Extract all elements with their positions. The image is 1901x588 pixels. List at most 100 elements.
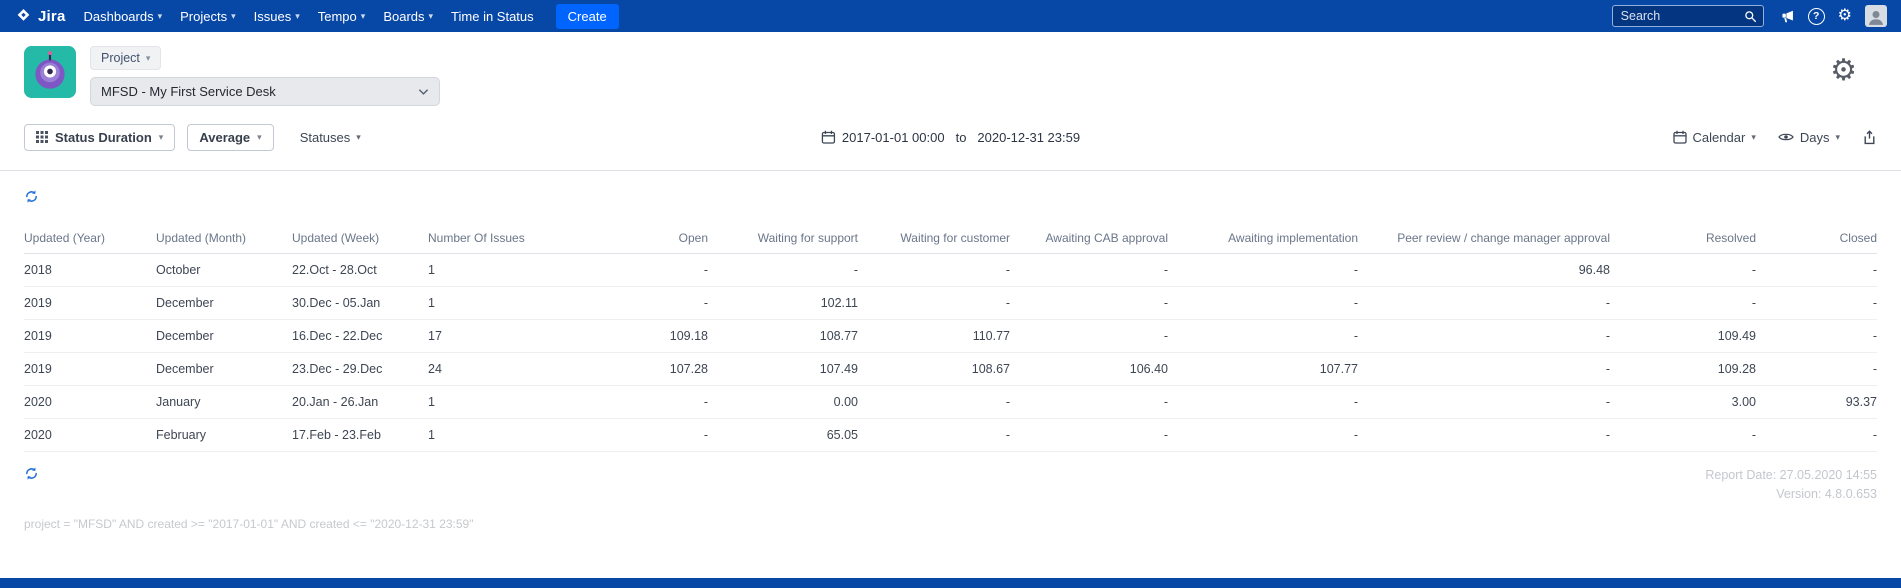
date-to-word: to	[955, 129, 967, 145]
nav-item-label: Issues	[253, 8, 292, 24]
refresh-icon	[26, 467, 37, 480]
nav-item-time-in-status[interactable]: Time in Status	[451, 9, 534, 24]
nav-item-projects[interactable]: Projects ▾	[180, 9, 236, 24]
table-cell: -	[1610, 418, 1756, 452]
table-cell: December	[156, 352, 292, 386]
table-head: Updated (Year) Updated (Month) Updated (We…	[24, 223, 1877, 254]
export-button[interactable]	[1862, 129, 1877, 145]
table-cell: -	[1010, 319, 1168, 353]
grid-icon	[36, 131, 48, 143]
brand-label: Jira	[38, 7, 66, 25]
refresh-icon	[26, 190, 37, 203]
table-cell: 22.Oct - 28.Oct	[292, 253, 428, 287]
refresh-button-top[interactable]	[24, 189, 39, 204]
date-range[interactable]: 2017-01-01 00:00 to 2020-12-31 23:59	[821, 130, 1080, 145]
report-table: Updated (Year) Updated (Month) Updated (We…	[24, 223, 1877, 452]
table-cell: -	[1168, 319, 1358, 353]
table-cell: 2019	[24, 352, 156, 386]
search-icon[interactable]	[1744, 10, 1757, 23]
table-footer: Report Date: 27.05.2020 14:55 Version: 4…	[0, 452, 1901, 505]
table-cell: 0.00	[708, 385, 858, 419]
table-cell: 1	[428, 385, 558, 419]
table-cell: -	[1168, 418, 1358, 452]
nav-item-tempo[interactable]: Tempo ▾	[318, 9, 366, 24]
project-select[interactable]: MFSD - My First Service Desk	[90, 77, 440, 106]
project-scope-button[interactable]: Project ▾	[90, 46, 162, 70]
table-row: 2020 February 17.Feb - 23.Feb 1-65.05- - - - - -	[24, 418, 1877, 452]
chevron-down-icon: ▾	[157, 10, 163, 21]
table-cell: -	[1010, 253, 1168, 287]
nav-item-issues[interactable]: Issues ▾	[254, 9, 300, 24]
export-icon	[1864, 129, 1875, 144]
unit-dropdown[interactable]: Days ▾	[1778, 130, 1840, 145]
search-input[interactable]	[1611, 5, 1764, 27]
table-row: 2019 December 23.Dec - 29.Dec 24 107.28 107.4…	[24, 352, 1877, 386]
chevron-down-icon: ▾	[158, 131, 164, 142]
toolbar-left: Status Duration ▾ Average ▾ Statuses ▾	[24, 123, 361, 151]
refresh-button-bottom[interactable]	[24, 466, 39, 481]
column-header: Resolved	[1610, 223, 1756, 254]
aggregation-button[interactable]: Average ▾	[187, 123, 274, 151]
table-cell: 1	[428, 253, 558, 287]
chevron-down-icon: ▾	[428, 10, 434, 21]
nav-item-dashboards[interactable]: Dashboards ▾	[84, 9, 163, 24]
table-cell: -	[558, 286, 708, 320]
gear-icon[interactable]: ⚙	[1838, 8, 1852, 24]
table-cell: -	[1358, 286, 1610, 320]
project-controls: Project ▾ MFSD - My First Service Desk	[90, 46, 440, 106]
jira-brand[interactable]: Jira	[14, 7, 66, 26]
refresh-row	[0, 171, 1901, 209]
report-toolbar: Status Duration ▾ Average ▾ Statuses ▾ 2…	[0, 122, 1901, 152]
nav-menu: Dashboards ▾ Projects ▾ Issues ▾ Tempo ▾ Boards ▾…	[84, 9, 534, 24]
report-type-button[interactable]: Status Duration ▾	[24, 123, 176, 151]
table-cell: 102.11	[708, 286, 858, 320]
table-cell: 30.Dec - 05.Jan	[292, 286, 428, 320]
column-header: Waiting for customer	[858, 223, 1010, 254]
calendar-dropdown[interactable]: Calendar ▾	[1672, 129, 1756, 145]
project-select-value: MFSD - My First Service Desk	[101, 84, 276, 99]
table-cell: -	[1168, 385, 1358, 419]
table-cell: -	[1010, 418, 1168, 452]
column-header: Awaiting CAB approval	[1010, 223, 1168, 254]
table-cell: -	[1010, 286, 1168, 320]
chevron-down-icon: ▾	[295, 10, 300, 21]
column-header: Open	[558, 223, 708, 254]
column-header: Updated (Year)	[24, 223, 156, 254]
table-cell: 20.Jan - 26.Jan	[292, 385, 428, 419]
nav-item-label: Tempo	[317, 8, 357, 24]
table-cell: 16.Dec - 22.Dec	[292, 319, 428, 353]
megaphone-icon[interactable]	[1780, 9, 1795, 24]
table-cell: 106.40	[1010, 352, 1168, 386]
create-button[interactable]: Create	[555, 3, 619, 29]
table-cell: -	[558, 385, 708, 419]
chevron-down-icon: ▾	[257, 131, 262, 142]
table-cell: 65.05	[708, 418, 858, 452]
project-bar: Project ▾ MFSD - My First Service Desk ⚙	[0, 32, 1901, 106]
statuses-dropdown[interactable]: Statuses ▾	[300, 130, 361, 145]
table-cell: -	[1358, 385, 1610, 419]
nav-item-label: Projects	[180, 8, 228, 24]
statuses-label: Statuses	[299, 129, 351, 145]
date-to: 2020-12-31 23:59	[977, 129, 1081, 145]
table-cell: 24	[428, 352, 558, 386]
calendar-label: Calendar	[1692, 129, 1746, 145]
unit-label: Days	[1799, 129, 1830, 145]
help-icon[interactable]: ?	[1807, 7, 1825, 25]
table-row: 2019 December 16.Dec - 22.Dec 17 109.18 108.7…	[24, 319, 1877, 353]
nav-item-label: Dashboards	[83, 8, 154, 24]
settings-gear-icon[interactable]: ⚙	[1830, 56, 1857, 86]
table-cell: -	[1610, 286, 1756, 320]
table-cell: 2020	[24, 385, 156, 419]
jira-logo-icon	[17, 8, 30, 21]
table-cell: -	[1756, 319, 1877, 353]
user-avatar[interactable]	[1865, 5, 1887, 27]
table-cell: 1	[428, 286, 558, 320]
table-cell: -	[858, 286, 1010, 320]
eye-icon	[1778, 133, 1794, 141]
report-type-label: Status Duration	[55, 129, 152, 145]
chevron-down-icon: ▾	[1751, 131, 1756, 142]
table-cell: 17.Feb - 23.Feb	[292, 418, 428, 452]
table-cell: 96.48	[1358, 253, 1610, 287]
nav-item-boards[interactable]: Boards ▾	[383, 9, 433, 24]
chevron-down-icon: ▾	[145, 52, 151, 63]
